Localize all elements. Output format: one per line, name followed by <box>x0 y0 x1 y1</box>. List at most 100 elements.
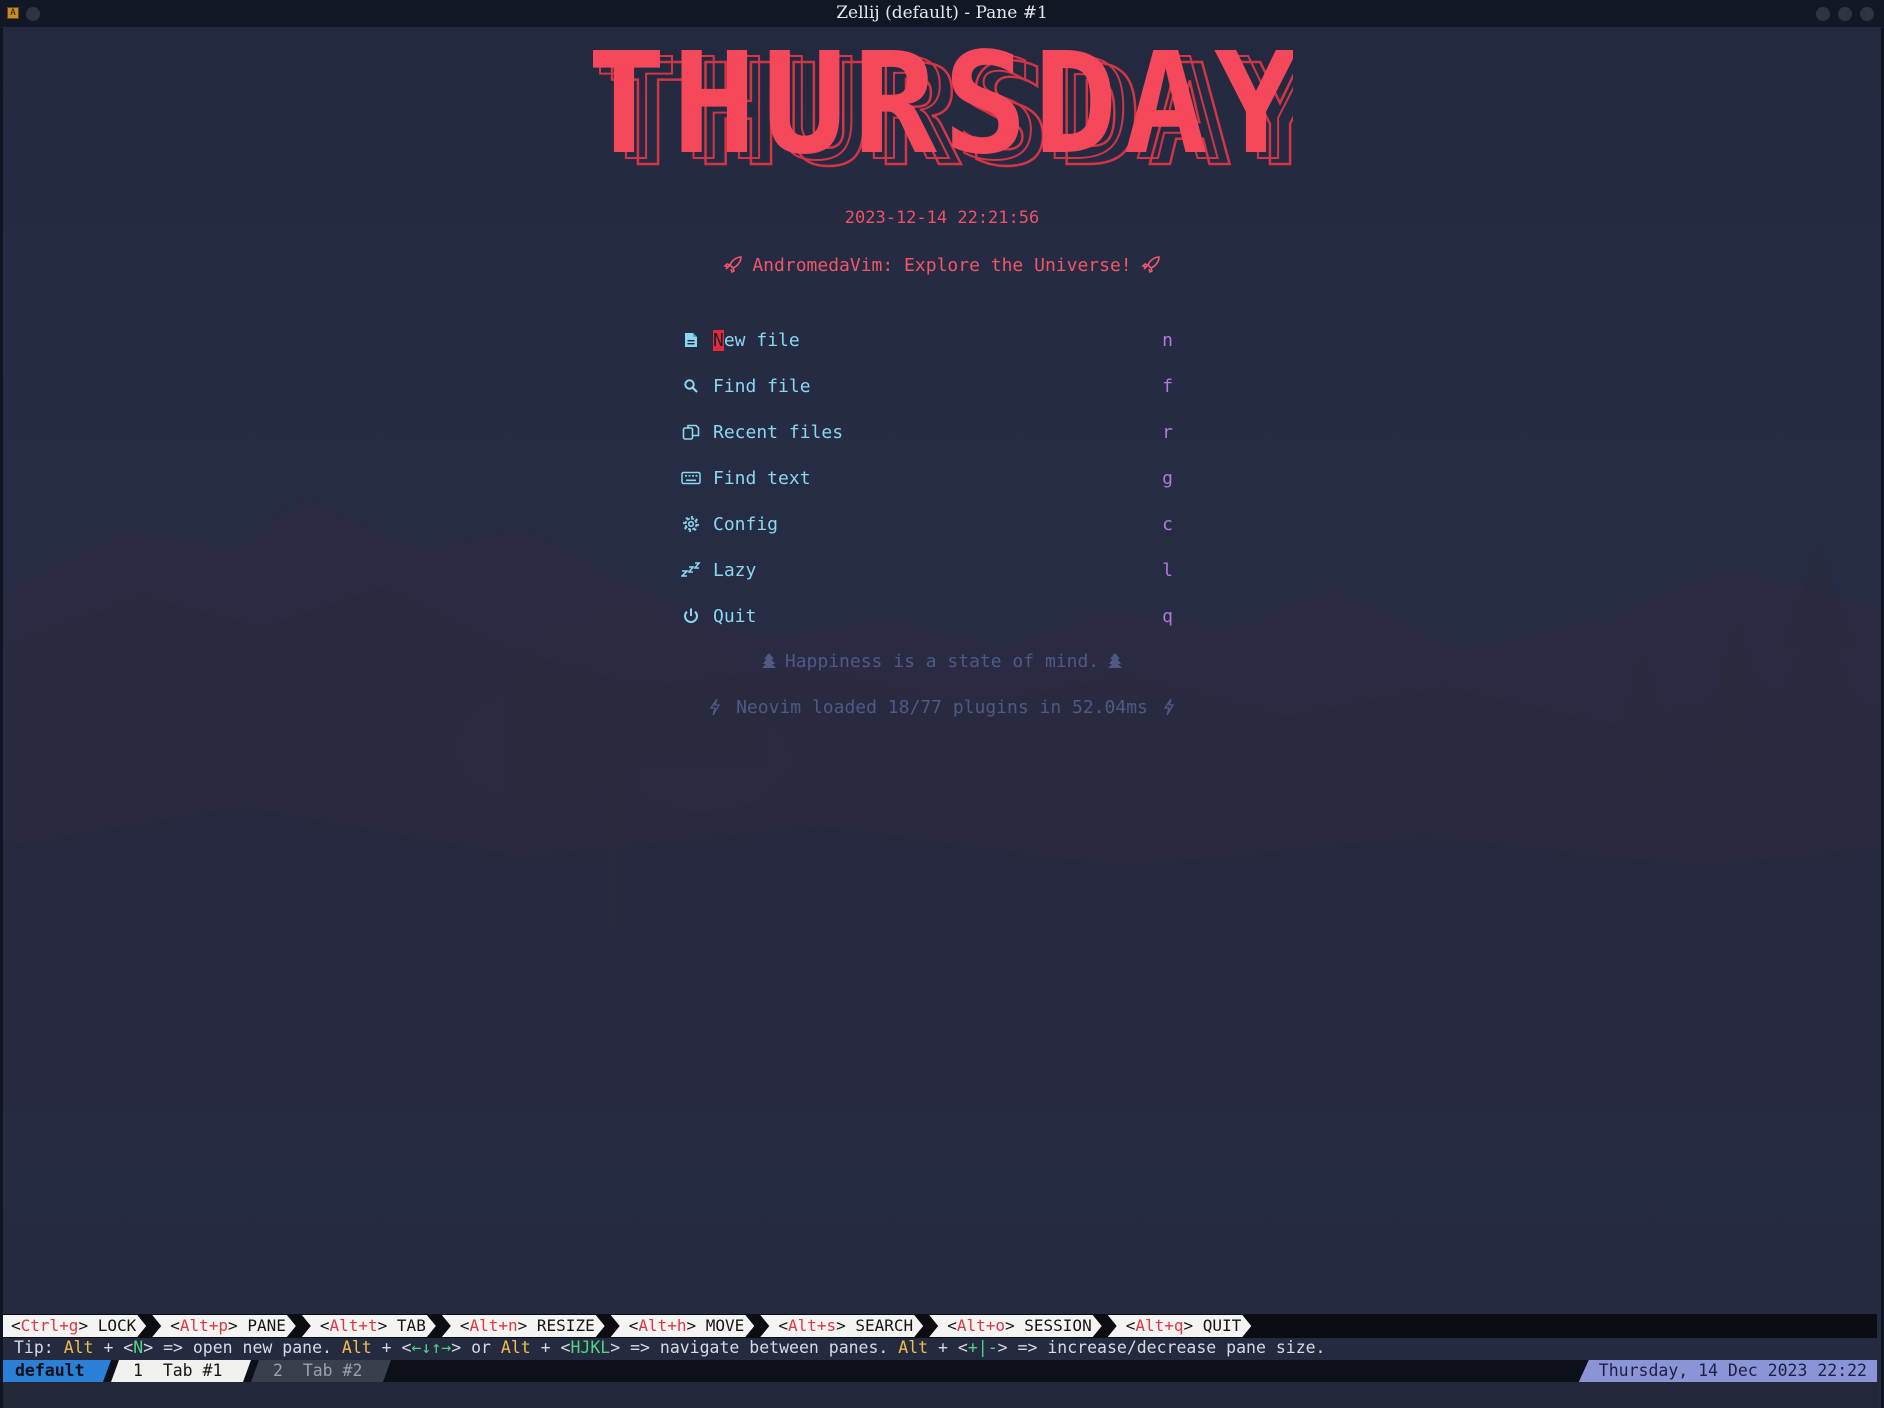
banner-text: THURSDAY <box>593 40 1293 186</box>
keybind-action: RESIZE <box>536 1316 595 1335</box>
menu-item-label: Recent files <box>713 421 844 443</box>
keybind-resize: <Alt+n> RESIZE <box>442 1315 605 1337</box>
power-icon <box>681 606 701 626</box>
menu-key: r <box>1162 421 1173 443</box>
keybind-key: Alt+s <box>787 1316 837 1335</box>
tip-navigate-text: => navigate between panes. <box>630 1338 889 1357</box>
menu-key: c <box>1162 513 1173 535</box>
keybind-action: LOCK <box>97 1316 137 1335</box>
keybind-session: <Alt+o> SESSION <box>929 1315 1102 1337</box>
tip-alt: Alt <box>898 1338 929 1357</box>
tip-hjkl-keys: HJKL <box>570 1338 611 1357</box>
keybind-action: SEARCH <box>855 1316 914 1335</box>
tip-or: or <box>471 1338 491 1357</box>
tree-icon <box>761 653 776 668</box>
menu-item-label: Find text <box>713 467 811 489</box>
banner-art: THURSDAY THURSDAY THURSDAY <box>593 40 1293 190</box>
menu-key: f <box>1162 375 1173 397</box>
session-name[interactable]: default <box>3 1360 111 1382</box>
zellij-keybinds-bar: <Ctrl+g> LOCK <Alt+p> PANE <Alt+t> TAB <Alt… <box>3 1314 1877 1338</box>
startup-text: Neovim loaded 18/77 plugins in 52.04ms <box>736 697 1148 718</box>
keybind-quit: <Alt+q> QUIT <box>1108 1315 1252 1337</box>
keybind-search: <Alt+s> SEARCH <box>760 1315 923 1337</box>
text-cursor: N <box>713 329 724 351</box>
keybind-action: QUIT <box>1202 1316 1242 1335</box>
keybind-action: MOVE <box>705 1316 745 1335</box>
keybind-tab: <Alt+t> TAB <box>302 1315 436 1337</box>
menu-item-find-file[interactable]: Find file f <box>681 363 1191 409</box>
dashboard-menu: New file n Find file f Recent files r Fi… <box>681 317 1191 639</box>
tab-index: 2 <box>273 1361 283 1380</box>
minimize-button[interactable] <box>1816 7 1830 21</box>
menu-item-label: Find file <box>713 375 811 397</box>
file-icon <box>681 330 701 350</box>
menu-key: l <box>1162 559 1173 581</box>
menu-item-config[interactable]: Config c <box>681 501 1191 547</box>
keybind-move: <Alt+h> MOVE <box>611 1315 755 1337</box>
keybind-pane: <Alt+p> PANE <box>152 1315 296 1337</box>
lightning-icon <box>1163 698 1175 716</box>
keybind-key: Alt+o <box>956 1316 1005 1335</box>
menu-item-recent-files[interactable]: Recent files r <box>681 409 1191 455</box>
tip-plus: + <box>540 1338 551 1357</box>
menu-item-lazy[interactable]: Lazy l <box>681 547 1191 593</box>
close-button[interactable] <box>1860 7 1874 21</box>
tip-new-pane-text: => open new pane. <box>163 1338 332 1357</box>
terminal-bottom-padding <box>3 1382 1877 1408</box>
keybind-key: Alt+h <box>638 1316 687 1335</box>
dashboard-header-text: AndromedaVim: Explore the Universe! <box>752 255 1132 276</box>
menu-key: q <box>1162 605 1173 627</box>
maximize-button[interactable] <box>1838 7 1852 21</box>
startup-stats: Neovim loaded 18/77 plugins in 52.04ms <box>3 697 1881 718</box>
rocket-icon <box>723 256 743 273</box>
tab-index: 1 <box>133 1361 143 1380</box>
menu-item-label: New file <box>713 329 800 351</box>
terminal-pane[interactable]: THURSDAY THURSDAY THURSDAY 2023-12-14 22… <box>3 27 1881 1408</box>
window-title: Zellij (default) - Pane #1 <box>836 3 1048 23</box>
lightning-icon <box>709 698 721 716</box>
tab-1[interactable]: 1 Tab #1 <box>111 1360 251 1382</box>
menu-key: n <box>1162 329 1173 351</box>
zellij-tab-bar: default 1 Tab #1 2 Tab #2 Thursday, 14 D… <box>3 1360 1877 1382</box>
quote-text: Happiness is a state of mind. <box>784 651 1100 672</box>
keybind-key: Alt+p <box>179 1316 229 1335</box>
tip-new-pane-key: N <box>133 1338 144 1357</box>
tip-arrow-keys: ←↓↑→ <box>411 1338 452 1357</box>
menu-item-label: Lazy <box>713 559 757 581</box>
tip-alt: Alt <box>500 1338 531 1357</box>
status-clock: Thursday, 14 Dec 2023 22:22 <box>1578 1360 1877 1382</box>
menu-item-find-text[interactable]: Find text g <box>681 455 1191 501</box>
tip-resize-keys: +|- <box>967 1338 998 1357</box>
tip-plus: + <box>103 1338 114 1357</box>
tab-name: Tab #1 <box>162 1361 223 1380</box>
keybind-key: Alt+q <box>1135 1316 1184 1335</box>
current-datetime: 2023-12-14 22:21:56 <box>844 208 1040 228</box>
tree-icon <box>1108 653 1123 668</box>
menu-label-new-file: ew file <box>723 329 800 351</box>
copy-icon <box>681 422 701 442</box>
keybind-lock: <Ctrl+g> LOCK <box>3 1315 146 1337</box>
menu-item-label: Config <box>713 513 779 535</box>
menu-item-new-file[interactable]: New file n <box>681 317 1191 363</box>
dashboard-header: AndromedaVim: Explore the Universe! <box>3 255 1881 276</box>
tip-plus: + <box>938 1338 948 1357</box>
tip-plus: + <box>381 1338 392 1357</box>
menu-item-label: Quit <box>713 605 757 627</box>
window-titlebar: A Zellij (default) - Pane #1 <box>0 0 1884 28</box>
menu-item-quit[interactable]: Quit q <box>681 593 1191 639</box>
dashboard-quote: Happiness is a state of mind. <box>3 651 1881 672</box>
tab-name: Tab #2 <box>302 1361 363 1380</box>
keybind-action: PANE <box>247 1316 286 1335</box>
rocket-icon <box>1141 256 1160 273</box>
gear-icon <box>681 514 701 534</box>
keyboard-icon <box>681 468 701 488</box>
tip-resize-text: => increase/decrease pane size. <box>1017 1338 1326 1357</box>
keybind-action: TAB <box>396 1316 426 1335</box>
sleep-icon <box>681 560 701 580</box>
keybind-key: Ctrl+g <box>20 1316 79 1335</box>
keybind-key: Alt+t <box>329 1316 378 1335</box>
keybind-action: SESSION <box>1024 1316 1092 1335</box>
menu-key: g <box>1162 467 1173 489</box>
keybind-key: Alt+n <box>469 1316 518 1335</box>
tab-2[interactable]: 2 Tab #2 <box>251 1360 391 1382</box>
